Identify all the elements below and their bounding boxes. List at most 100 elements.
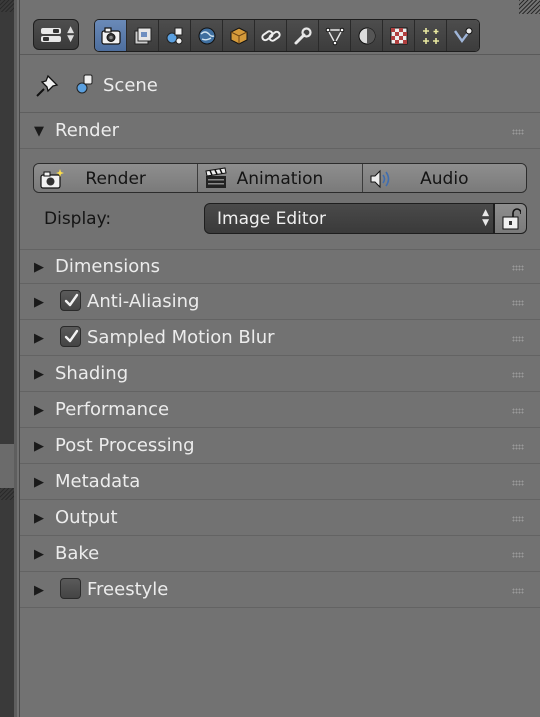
area-split-corner[interactable] xyxy=(0,488,14,500)
scene-icon xyxy=(76,74,93,94)
left-editor-area xyxy=(0,0,14,444)
left-editor-divider[interactable] xyxy=(0,444,14,488)
particles-icon xyxy=(422,27,439,44)
expanded-triangle-icon: ▼ xyxy=(34,124,44,139)
material-sphere-icon xyxy=(358,27,375,44)
render-tab[interactable] xyxy=(95,20,127,51)
panel-title-output: Output xyxy=(55,507,118,528)
object-cube-icon xyxy=(230,26,247,45)
left-editor-area-lower xyxy=(0,488,14,717)
drag-handle-icon[interactable] xyxy=(512,480,524,486)
render-panel-header[interactable]: ▼ Render xyxy=(20,114,540,149)
panel-title-metadata: Metadata xyxy=(55,471,141,492)
drag-handle-icon[interactable] xyxy=(512,444,524,450)
audio-button-label: Audio xyxy=(420,169,469,189)
panel-header-anti-aliasing[interactable]: ▶ Anti-Aliasing xyxy=(20,285,540,320)
checkmark-icon xyxy=(64,293,79,307)
drag-handle-icon[interactable] xyxy=(512,408,524,414)
drag-handle-icon[interactable] xyxy=(512,372,524,378)
material-tab[interactable] xyxy=(351,20,383,51)
render-layers-icon xyxy=(134,27,151,44)
panel-header-post-processing[interactable]: ▶ Post Processing xyxy=(20,429,540,464)
display-dropdown[interactable]: Image Editor ▲ ▼ xyxy=(204,203,494,234)
collapsed-triangle-icon: ▶ xyxy=(34,295,44,310)
display-label: Display: xyxy=(44,209,112,229)
panel-header-output[interactable]: ▶ Output xyxy=(20,501,540,536)
modifiers-tab[interactable] xyxy=(287,20,319,51)
scene-icon xyxy=(166,27,182,44)
editor-type-menu[interactable]: ▲ ▼ xyxy=(33,19,79,50)
properties-editor: ▲ ▼ Scene ▼ Render Render Animation Audi… xyxy=(19,0,540,717)
drag-handle-icon[interactable] xyxy=(512,516,524,522)
wrench-icon xyxy=(294,26,312,44)
checkmark-icon xyxy=(64,329,79,343)
panel-title-post-processing: Post Processing xyxy=(55,435,195,456)
collapsed-triangle-icon: ▶ xyxy=(34,260,44,275)
collapsed-triangle-icon: ▶ xyxy=(34,331,44,346)
panel-header-dimensions[interactable]: ▶ Dimensions xyxy=(20,249,540,284)
panel-header-freestyle[interactable]: ▶ Freestyle xyxy=(20,573,540,608)
panel-title-bake: Bake xyxy=(55,543,100,564)
panel-title-anti-aliasing: Anti-Aliasing xyxy=(87,291,200,312)
context-tabs xyxy=(94,19,480,52)
drag-handle-icon[interactable] xyxy=(512,336,524,342)
drag-handle-icon[interactable] xyxy=(512,552,524,558)
texture-checker-icon xyxy=(390,27,407,44)
object-tab[interactable] xyxy=(223,20,255,51)
area-split-corner[interactable] xyxy=(0,0,14,12)
render-buttons-row: Render Animation Audio xyxy=(33,163,527,193)
drag-handle-icon[interactable] xyxy=(512,129,524,135)
render-panel-title: Render xyxy=(55,120,120,141)
chevron-updown-icon: ▲ ▼ xyxy=(67,25,74,44)
breadcrumb-scene-label[interactable]: Scene xyxy=(103,75,158,96)
panel-title-performance: Performance xyxy=(55,399,170,420)
collapsed-triangle-icon: ▶ xyxy=(34,439,44,454)
data-tab[interactable] xyxy=(319,20,351,51)
collapsed-triangle-icon: ▶ xyxy=(34,367,44,382)
audio-button[interactable]: Audio xyxy=(362,164,526,192)
drag-handle-icon[interactable] xyxy=(512,265,524,271)
panel-header-bake[interactable]: ▶ Bake xyxy=(20,537,540,572)
area-split-corner[interactable] xyxy=(519,0,540,14)
panel-title-shading: Shading xyxy=(55,363,129,384)
panel-header-metadata[interactable]: ▶ Metadata xyxy=(20,465,540,500)
render-layers-tab[interactable] xyxy=(127,20,159,51)
panel-title-sampled-motion-blur: Sampled Motion Blur xyxy=(87,327,275,348)
scene-tab[interactable] xyxy=(159,20,191,51)
panel-header-performance[interactable]: ▶ Performance xyxy=(20,393,540,428)
anti-aliasing-checkbox[interactable] xyxy=(60,290,81,311)
lock-icon xyxy=(502,208,521,230)
render-button[interactable]: Render xyxy=(34,164,199,192)
animation-button[interactable]: Animation xyxy=(198,164,363,192)
properties-editor-icon xyxy=(41,28,61,42)
panel-header-shading[interactable]: ▶ Shading xyxy=(20,357,540,392)
display-dropdown-value: Image Editor xyxy=(217,209,326,229)
texture-tab[interactable] xyxy=(383,20,415,51)
chevron-updown-icon: ▲ ▼ xyxy=(482,208,489,228)
panel-title-freestyle: Freestyle xyxy=(87,579,169,600)
sampled-motion-blur-checkbox[interactable] xyxy=(60,326,81,347)
world-icon xyxy=(198,27,215,44)
collapsed-triangle-icon: ▶ xyxy=(34,511,44,526)
left-editor-edge xyxy=(0,0,17,717)
lock-interface-toggle[interactable] xyxy=(494,203,527,234)
camera-icon xyxy=(100,26,121,45)
mesh-data-icon xyxy=(325,27,344,45)
breadcrumb: Scene xyxy=(20,56,540,113)
physics-tab[interactable] xyxy=(447,20,479,51)
constraints-tab[interactable] xyxy=(255,20,287,51)
panel-title-dimensions: Dimensions xyxy=(55,256,161,277)
drag-handle-icon[interactable] xyxy=(512,300,524,306)
panel-header-sampled-motion-blur[interactable]: ▶ Sampled Motion Blur xyxy=(20,321,540,356)
freestyle-checkbox[interactable] xyxy=(60,578,81,599)
properties-header: ▲ ▼ xyxy=(20,0,540,55)
collapsed-triangle-icon: ▶ xyxy=(34,583,44,598)
physics-icon xyxy=(454,27,473,43)
drag-handle-icon[interactable] xyxy=(512,588,524,594)
constraint-link-icon xyxy=(260,29,281,42)
collapsed-triangle-icon: ▶ xyxy=(34,475,44,490)
collapsed-triangle-icon: ▶ xyxy=(34,403,44,418)
world-tab[interactable] xyxy=(191,20,223,51)
particles-tab[interactable] xyxy=(415,20,447,51)
pin-icon[interactable] xyxy=(34,73,60,99)
